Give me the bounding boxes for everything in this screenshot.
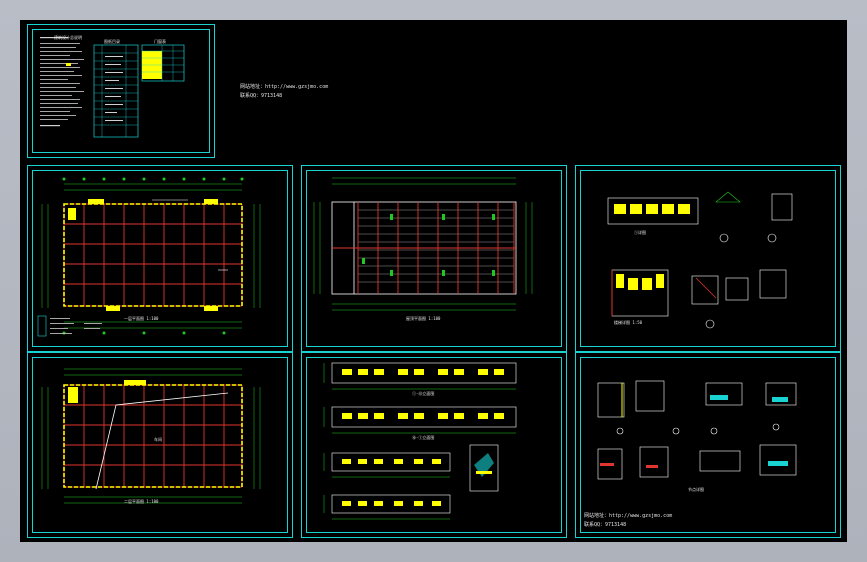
sheet-details-stair[interactable]: 楼梯详图 1:50 ①详图 xyxy=(575,165,841,352)
stair-detail-caption: 楼梯详图 1:50 xyxy=(614,320,643,325)
watermark-url-bottom: 网站地址：http://www.gzsjmo.com xyxy=(584,513,673,519)
elevation-caption-1: ①-⑩立面图 xyxy=(412,391,435,396)
details-nodes-graphic xyxy=(597,380,797,480)
watermark-qq-bottom: 联系QQ：9713148 xyxy=(584,522,627,528)
second-plan-caption: 二层平面图 1:100 xyxy=(124,499,159,504)
second-plan-room-label: 车间 xyxy=(154,437,162,442)
ground-plan-caption: 一层平面图 1:100 xyxy=(124,316,159,321)
sheet-roof-plan[interactable]: 屋顶平面图 1:100 xyxy=(301,165,567,352)
node-detail-caption: 节点详图 xyxy=(688,487,704,492)
sheet-ground-floor-plan[interactable]: 一层平面图 1:100 xyxy=(27,165,293,352)
table-b-title: 图纸目录 xyxy=(104,39,120,44)
ground-plan-graphic xyxy=(37,177,261,337)
table-c-title: 门窗表 xyxy=(154,39,166,44)
sheet-details-nodes[interactable]: 节点详图 xyxy=(575,352,841,538)
elevation-caption-2: ⑩-①立面图 xyxy=(412,435,435,440)
roof-plan-caption: 屋顶平面图 1:100 xyxy=(406,316,441,321)
sheet-index[interactable]: 建筑设计总说明 图纸目录 门窗表 xyxy=(27,24,215,158)
drawing-canvas[interactable]: 建筑设计总说明 图纸目录 门窗表 网站地址：http://www.gzsjmo.… xyxy=(20,20,847,542)
sheet-elevations[interactable]: ①-⑩立面图 ⑩-①立面图 xyxy=(301,352,567,538)
roof-plan-graphic xyxy=(313,177,533,311)
elevations-graphic xyxy=(323,362,517,520)
detail-1-caption: ①详图 xyxy=(634,230,646,235)
watermark-qq-top: 联系QQ：9713148 xyxy=(240,93,283,99)
sheet-second-floor-plan[interactable]: 车间 二层平面图 1:100 xyxy=(27,352,293,538)
index-tables-graphic xyxy=(40,37,185,138)
watermark-url-top: 网站地址：http://www.gzsjmo.com xyxy=(240,84,329,90)
second-plan-graphic xyxy=(41,368,261,504)
table-a-title: 建筑设计总说明 xyxy=(54,35,82,40)
